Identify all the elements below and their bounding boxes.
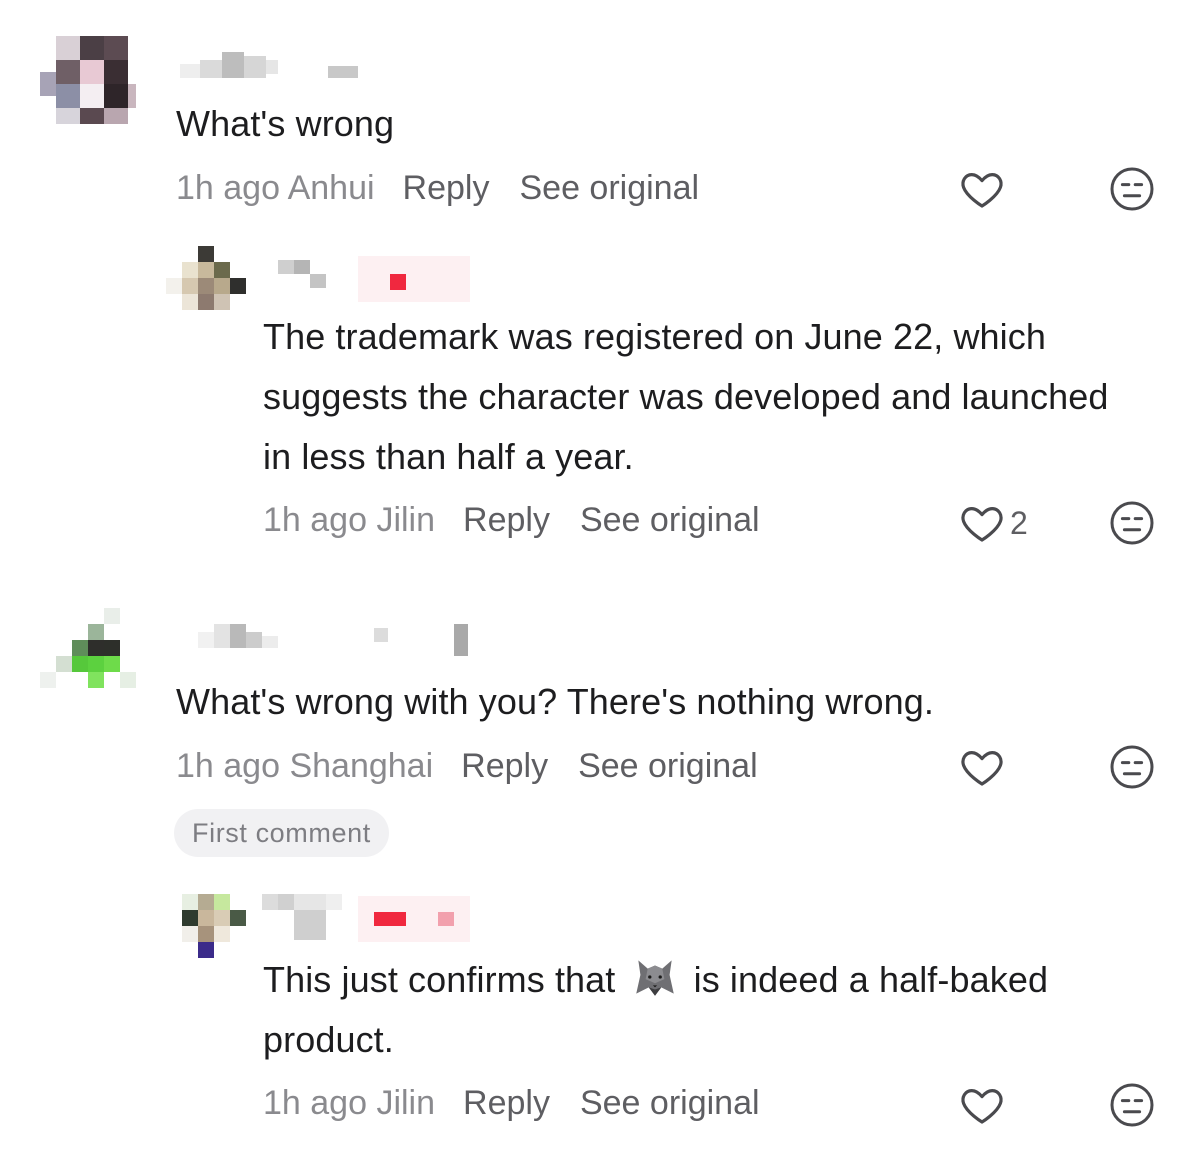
reply-comment-1: The trademark was registered on June 22,…: [0, 220, 1200, 580]
username-redacted[interactable]: [278, 256, 478, 304]
heart-outline-icon: [961, 751, 1003, 786]
comment-location: Jilin: [376, 500, 436, 539]
username-redacted[interactable]: [180, 52, 370, 82]
username-redacted[interactable]: [262, 894, 472, 944]
reply-button[interactable]: Reply: [463, 1084, 550, 1123]
see-original-button[interactable]: See original: [580, 501, 760, 540]
expressionless-face-icon: [1110, 1083, 1154, 1127]
reply-button[interactable]: Reply: [461, 747, 548, 786]
see-original-button[interactable]: See original: [580, 1084, 760, 1123]
wolf-emoji-icon: [635, 960, 674, 996]
username-redacted[interactable]: [198, 624, 478, 660]
dislike-button[interactable]: [1108, 743, 1156, 791]
comment-meta: 1h ago Jilin Reply See original: [263, 498, 760, 542]
comment-time-location: 1h ago Anhui: [176, 169, 375, 208]
comment-location: Jilin: [376, 1083, 436, 1122]
expressionless-face-icon: [1110, 745, 1154, 789]
comment-text: What's wrong: [176, 103, 395, 144]
see-original-button[interactable]: See original: [519, 169, 699, 208]
see-original-button[interactable]: See original: [578, 747, 758, 786]
comment-time-location: 1h ago Jilin: [263, 501, 435, 540]
dislike-button[interactable]: [1108, 1081, 1156, 1129]
avatar[interactable]: [40, 608, 136, 704]
comment-2: What's wrong with you? There's nothing w…: [0, 580, 1200, 880]
comment-meta: 1h ago Anhui Reply See original: [176, 166, 699, 210]
reply-comment-2: This just confirms that is indeed a half…: [0, 880, 1200, 1158]
comment-time-location: 1h ago Jilin: [263, 1084, 435, 1123]
comment-location: Anhui: [287, 168, 375, 207]
heart-outline-icon: [961, 507, 1003, 542]
comment-1: What's wrong 1h ago Anhui Reply See orig…: [0, 0, 1200, 220]
like-button[interactable]: [958, 1081, 1010, 1129]
first-comment-badge: First comment: [174, 809, 389, 857]
comment-meta: 1h ago Shanghai Reply See original: [176, 744, 758, 788]
dislike-button[interactable]: [1108, 499, 1156, 547]
comment-location: Shanghai: [289, 746, 434, 785]
avatar[interactable]: [166, 246, 246, 326]
comment-time-location: 1h ago Shanghai: [176, 747, 433, 786]
comment-time: 1h ago: [263, 500, 367, 539]
expressionless-face-icon: [1110, 501, 1154, 545]
dislike-button[interactable]: [1108, 165, 1156, 213]
comment-text: The trademark was registered on June 22,…: [263, 316, 1109, 477]
comment-time: 1h ago: [176, 746, 280, 785]
like-button[interactable]: [958, 165, 1010, 213]
expressionless-face-icon: [1110, 167, 1154, 211]
comment-meta: 1h ago Jilin Reply See original: [263, 1081, 760, 1125]
heart-outline-icon: [961, 1089, 1003, 1124]
comment-time: 1h ago: [263, 1083, 367, 1122]
like-count: 2: [1010, 504, 1028, 541]
comment-text-before-emoji: This just confirms that: [263, 959, 616, 1000]
like-button[interactable]: [958, 743, 1010, 791]
like-button[interactable]: 2: [958, 499, 1028, 547]
comment-text: This just confirms that is indeed a half…: [263, 950, 1143, 1070]
avatar[interactable]: [40, 36, 136, 132]
reply-button[interactable]: Reply: [403, 169, 490, 208]
heart-outline-icon: [961, 173, 1003, 208]
reply-button[interactable]: Reply: [463, 501, 550, 540]
comment-time: 1h ago: [176, 168, 280, 207]
avatar[interactable]: [166, 894, 246, 974]
comment-text: What's wrong with you? There's nothing w…: [176, 681, 934, 722]
